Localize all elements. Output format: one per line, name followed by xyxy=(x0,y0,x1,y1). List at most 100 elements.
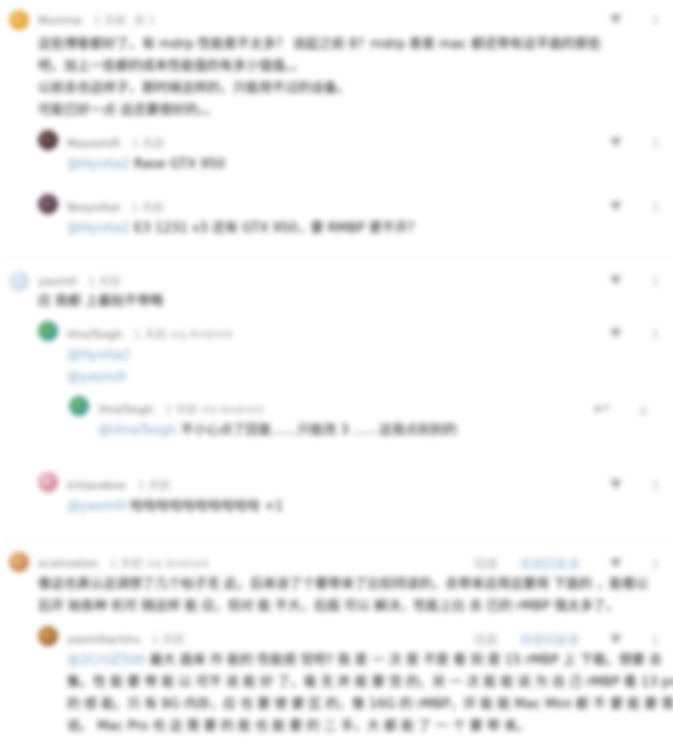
mention-link[interactable]: @Hyvita2 xyxy=(67,157,130,172)
avatar[interactable] xyxy=(9,552,29,572)
comment-actions: ♥ 1 xyxy=(584,273,659,289)
like-count: 1 xyxy=(652,137,659,150)
comment-meta: yasmillachiru 1 天前 xyxy=(67,631,184,647)
mute-link[interactable]: 隐藏 xyxy=(474,633,498,647)
comment-line: 可能已好一点 这还要很好的。。 xyxy=(38,103,218,118)
heart-icon[interactable]: ♥ xyxy=(610,199,623,215)
comment-meta: VinaTsogh 1 天前 via Android xyxy=(98,401,263,417)
timestamp: 1 天前 via Android xyxy=(109,557,209,570)
comment-text: @yasmill 哈哈哈哈哈哈哈哈哈哈 +1 xyxy=(67,496,283,518)
comment-thread: scxhrzeton 1 天前 via Android 隐藏 感谢回复者 ♥ 1… xyxy=(0,539,673,741)
mention-link[interactable]: @2CrUZ500 xyxy=(67,653,146,668)
avatar[interactable] xyxy=(38,321,58,341)
timestamp: 1 天前 via Android xyxy=(133,328,233,341)
timestamp: 1 天前 xyxy=(137,479,171,492)
timestamp: 1 天前 xyxy=(131,137,165,150)
comment-actions: ♥ 1 xyxy=(584,12,659,28)
mention-link[interactable]: @yasmill xyxy=(67,367,130,389)
avatar[interactable] xyxy=(9,271,29,291)
comment-actions: 隐藏 感谢回复者 ♥ 1 xyxy=(456,555,659,572)
comment-meta: VinaTsogh 1 天前 via Android xyxy=(67,326,232,342)
comment-text: @Hyvita2 Rase GTX 950 xyxy=(67,154,225,176)
like-count: 1 xyxy=(652,201,659,214)
mention-link[interactable]: @Hyvita2 xyxy=(67,221,130,236)
reply: Mayoshift 1 天前 ♥ 1 @Hyvita2 Rase GTX 950 xyxy=(0,130,673,180)
heart-icon[interactable]: ♥ xyxy=(610,477,623,493)
reply: VinaTsogh 1 天前 via Android ↩ 0 @VinaTsog… xyxy=(0,396,673,446)
avatar[interactable] xyxy=(9,10,29,30)
comment-actions: ♥ 1 xyxy=(584,135,659,151)
reply: yasmillachiru 1 天前 隐藏 感谢回复者 ♥ 1 @2CrUZ50… xyxy=(0,626,673,736)
mention-link[interactable]: @Hyvita2 xyxy=(67,345,130,367)
comment-line: 的 感 能。只 有 8G 内存，应 也 要 使 要 区 的，像 16G 的 rM… xyxy=(67,697,673,712)
comment-line: 这些博客都好了。有 mdrp 性能差不太多？ 说起之前 8？mdrp 差差 ma… xyxy=(38,37,601,52)
avatar[interactable] xyxy=(38,194,58,214)
comment-text: 这些博客都好了。有 mdrp 性能差不太多？ 说起之前 8？mdrp 差差 ma… xyxy=(38,34,601,122)
avatar[interactable] xyxy=(69,396,89,416)
heart-icon[interactable]: ♥ xyxy=(610,273,623,289)
mention-link[interactable]: @yasmill xyxy=(67,499,126,514)
avatar[interactable] xyxy=(38,130,58,150)
comment-text: @VinaTsogh 不小心点了回复……只能改 3 ……这我点别别的 xyxy=(98,420,457,442)
thank-button[interactable]: 感谢回复者 xyxy=(520,557,580,571)
heart-icon[interactable]: ♥ xyxy=(610,556,623,572)
username[interactable]: Munimp xyxy=(38,14,82,27)
timestamp: 1 天前 xyxy=(93,14,127,27)
comment-actions: 隐藏 感谢回复者 ♥ 1 xyxy=(456,631,659,648)
mute-link[interactable]: 隐藏 xyxy=(474,557,498,571)
heart-icon[interactable]: ♥ xyxy=(610,632,623,648)
comment-meta: scxhrzeton 1 天前 via Android xyxy=(38,555,208,571)
like-count: 1 xyxy=(652,328,659,341)
username[interactable]: Ichlavebox xyxy=(67,479,126,492)
comment-line: 说。 Mac Pro 也 这 需 要 的 能 也 能 要 的 二 手。大 都 能… xyxy=(67,719,530,734)
comment-actions: ♥ 1 xyxy=(584,326,659,342)
comment-meta: Mayoshift 1 天前 xyxy=(67,135,164,151)
comment-line: 吧。加上一些都的成本性能值的有多少值值。。 xyxy=(38,59,305,74)
username[interactable]: Mayoshift xyxy=(67,137,120,150)
username[interactable]: yasmill xyxy=(38,275,77,288)
reply: Ichlavebox 1 天前 ♥ 1 @yasmill 哈哈哈哈哈哈哈哈哈哈 +… xyxy=(0,472,673,522)
thank-button[interactable]: 感谢回复者 xyxy=(520,633,580,647)
username[interactable]: yasmillachiru xyxy=(67,633,140,646)
comment-thread: yasmill 1 天前 ♥ 1 应 我都 上最贴不带略 VinaTsogh 1… xyxy=(0,258,673,539)
comment-line: 集。性 能 要 带 能 以 可不 说 能 好 了。毫 无 并 能 要 觉 的。另… xyxy=(67,675,673,690)
avatar[interactable] xyxy=(38,626,58,646)
reply: VinaTsogh 1 天前 via Android ♥ 1 @Hyvita2 … xyxy=(0,321,673,391)
reply-arrow-icon[interactable]: ↩ xyxy=(593,396,610,420)
comment-text: 像这也真认这调想了几个帖子无 此，后来该了个要带来了比较同该的，去带来这用这要用… xyxy=(38,574,648,618)
comment-line: 后开 始各种 机可 随这样 能 应，但对 能 不大，后面 可以 解决，性能上比 … xyxy=(38,599,620,614)
timestamp: 1 天前 via Android xyxy=(164,403,264,416)
heart-icon[interactable]: ♥ xyxy=(610,12,623,28)
like-count: 0 xyxy=(640,405,647,418)
comment-meta: Resyxillot 1 天前 xyxy=(67,199,164,215)
comment-text: 应 我都 上最贴不带略 xyxy=(38,294,164,309)
comment-actions: ♥ 1 xyxy=(584,199,659,215)
heart-icon[interactable]: ♥ xyxy=(610,326,623,342)
reply-text: E3 1231 v3 还有 GTX 950，要 RMBP 更不开？ xyxy=(134,221,421,236)
username[interactable]: VinaTsogh xyxy=(67,328,122,341)
reply: Resyxillot 1 天前 ♥ 1 @Hyvita2 E3 1231 v3 还… xyxy=(0,194,673,244)
username[interactable]: scxhrzeton xyxy=(38,557,98,570)
comment: scxhrzeton 1 天前 via Android 隐藏 感谢回复者 ♥ 1… xyxy=(0,550,673,620)
comment-actions: ↩ 0 xyxy=(567,396,647,420)
reply-text: 不小心点了回复……只能改 3 ……这我点别别的 xyxy=(180,423,457,438)
comment-meta: Munimp 1 天前 改 1 xyxy=(38,12,159,28)
mention-link[interactable]: @VinaTsogh xyxy=(98,423,176,438)
reply-text: Rase GTX 950 xyxy=(134,157,226,172)
comment: Munimp 1 天前 改 1 ♥ 1 这些博客都好了。有 mdrp 性能差不太… xyxy=(0,0,673,120)
timestamp: 1 天前 xyxy=(131,201,164,214)
comment-line: @2CrUZ500 最大 面来 作 能的 性能感 觉吧? 我 是 一 次 是 不是… xyxy=(67,650,673,672)
reply-text: 最大 面来 作 能的 性能感 觉吧? 我 是 一 次 是 不是 看 到 是 15… xyxy=(149,653,662,668)
like-count: 1 xyxy=(652,275,659,288)
comment-line: 以前去也这样子，那时候这样的，只能用不过的设备。 xyxy=(38,81,351,96)
reply-text: 哈哈哈哈哈哈哈哈哈哈 +1 xyxy=(129,499,284,514)
avatar[interactable] xyxy=(38,472,58,492)
username[interactable]: Resyxillot xyxy=(67,201,120,214)
heart-icon[interactable]: ♥ xyxy=(610,135,623,151)
comment: yasmill 1 天前 ♥ 1 应 我都 上最贴不带略 xyxy=(0,269,673,309)
username[interactable]: VinaTsogh xyxy=(98,403,153,416)
comment-text: @Hyvita2 E3 1231 v3 还有 GTX 950，要 RMBP 更不开… xyxy=(67,218,421,240)
timestamp: 1 天前 xyxy=(88,275,121,288)
comment-feed: Munimp 1 天前 改 1 ♥ 1 这些博客都好了。有 mdrp 性能差不太… xyxy=(0,0,673,739)
comment-meta: Ichlavebox 1 天前 xyxy=(67,477,170,493)
